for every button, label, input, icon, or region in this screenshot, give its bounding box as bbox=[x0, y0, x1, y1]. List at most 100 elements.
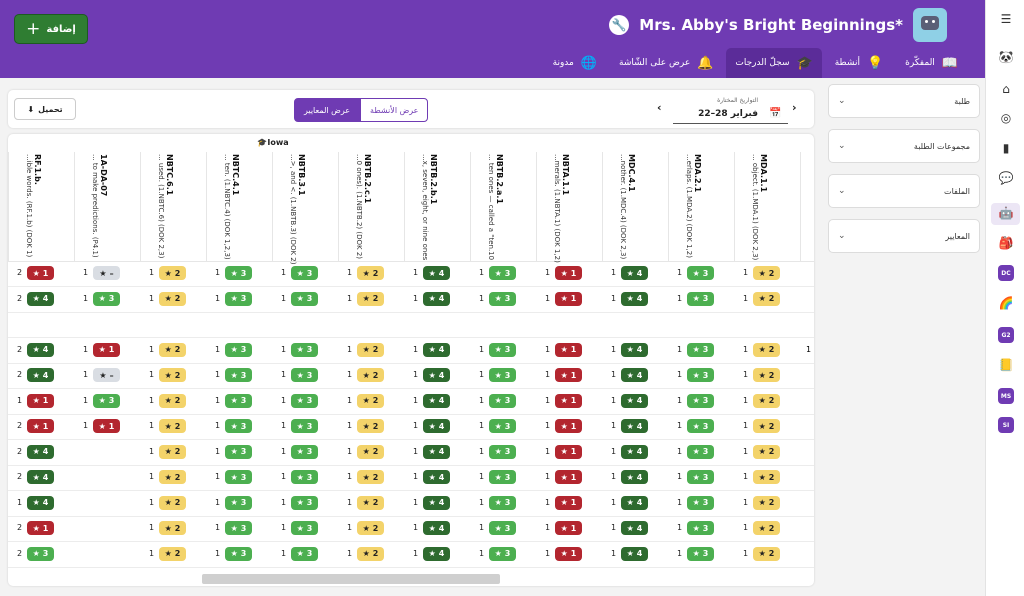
score-cell[interactable]: 1 ★ 4 bbox=[603, 546, 667, 563]
score-badge[interactable]: ★ 1 bbox=[555, 521, 582, 535]
menu-icon[interactable]: ☰ bbox=[997, 10, 1015, 28]
score-cell[interactable]: 1 ★ 3 bbox=[669, 419, 733, 435]
score-cell[interactable]: 1 ★ 3 bbox=[471, 546, 535, 563]
view-activities-button[interactable]: عرض الأنشطة bbox=[360, 98, 429, 122]
score-badge[interactable]: ★ 3 bbox=[93, 291, 120, 306]
score-badge[interactable]: ★ – bbox=[93, 266, 120, 280]
robot-app-icon[interactable]: 🤖 bbox=[997, 204, 1015, 222]
chevron-right-icon[interactable]: › bbox=[792, 101, 797, 114]
standard-column-header[interactable]: NBTB.2.c.1 ...0 ones). (1.NBTB.2) (DOK 2) bbox=[338, 152, 404, 262]
filter-students[interactable]: ⌄ طلبة bbox=[828, 84, 980, 118]
score-cell[interactable]: 1 ★ 3 bbox=[207, 368, 271, 384]
score-badge[interactable]: ★ 3 bbox=[225, 342, 252, 357]
score-badge[interactable]: ★ 3 bbox=[225, 266, 252, 280]
ms-app-icon[interactable]: MS bbox=[998, 388, 1014, 404]
score-cell[interactable]: 1 ★ 4 bbox=[405, 546, 469, 563]
score-badge[interactable]: ★ 4 bbox=[423, 342, 450, 357]
score-badge[interactable]: ★ 3 bbox=[225, 470, 252, 484]
score-cell[interactable]: 1 ★ 3 bbox=[273, 266, 337, 282]
score-cell[interactable]: 1 ★ 2 bbox=[339, 393, 403, 410]
score-cell[interactable]: 1 ★ 2 bbox=[339, 444, 403, 461]
score-cell[interactable]: 1 ★ 3 bbox=[207, 266, 271, 282]
score-badge[interactable]: ★ 4 bbox=[621, 368, 648, 382]
score-badge[interactable]: ★ 3 bbox=[489, 495, 516, 510]
score-badge[interactable]: ★ 3 bbox=[687, 393, 714, 408]
score-badge[interactable]: ★ 4 bbox=[423, 521, 450, 535]
score-cell[interactable]: 1 ★ 3 bbox=[207, 546, 271, 563]
score-cell[interactable]: 1 ★ 2 bbox=[735, 266, 799, 282]
score-badge[interactable]: ★ 1 bbox=[555, 291, 582, 306]
app-icon[interactable]: 📒 bbox=[997, 356, 1015, 374]
score-cell[interactable]: 1 ★ 4 bbox=[603, 495, 667, 512]
score-cell[interactable]: 1 ★ 1 bbox=[537, 521, 601, 537]
score-cell[interactable]: 1 ★ 1 bbox=[75, 419, 139, 435]
score-cell[interactable]: 1 ★ 4 bbox=[405, 393, 469, 410]
score-badge[interactable]: ★ 4 bbox=[621, 419, 648, 433]
score-badge[interactable]: ★ 3 bbox=[291, 291, 318, 306]
score-cell[interactable]: 1 ★ 1 bbox=[9, 393, 73, 410]
score-badge[interactable]: ★ 4 bbox=[621, 342, 648, 357]
score-cell[interactable]: 1 ★ 3 bbox=[471, 291, 535, 308]
score-cell[interactable]: 1 ★ 3 bbox=[273, 368, 337, 384]
score-cell[interactable]: 1 ★ 3 bbox=[471, 470, 535, 486]
score-badge[interactable]: ★ 4 bbox=[621, 291, 648, 306]
score-badge[interactable]: ★ 2 bbox=[753, 444, 780, 459]
score-cell[interactable]: 1 ★ 4 bbox=[405, 444, 469, 461]
score-cell[interactable]: 1 ★ 2 bbox=[735, 393, 799, 410]
view-standards-button[interactable]: عرض المعايير bbox=[294, 98, 361, 122]
standard-column-header[interactable]: RF.1.b. ...ible words. (RF.1.b) (DOK 1) bbox=[8, 152, 74, 262]
score-badge[interactable]: ★ 4 bbox=[423, 546, 450, 561]
score-cell[interactable]: 1 ★ 3 bbox=[207, 419, 271, 435]
score-cell[interactable]: 1 ★ 3 bbox=[669, 266, 733, 282]
score-badge[interactable]: ★ 3 bbox=[291, 368, 318, 382]
standard-column-header[interactable]: MDC.4.1 ...nother. (1.MDC.4) (DOK 2,3) bbox=[602, 152, 668, 262]
home-icon[interactable]: ⌂ bbox=[997, 80, 1015, 98]
score-cell[interactable]: 1 ★ 3 bbox=[471, 444, 535, 461]
score-badge[interactable]: ★ 3 bbox=[225, 393, 252, 408]
score-cell[interactable]: 1 ★ 3 bbox=[471, 266, 535, 282]
score-cell[interactable]: 1 ★ 4 bbox=[405, 291, 469, 308]
score-cell[interactable]: 1 ★ 3 bbox=[669, 393, 733, 410]
score-cell[interactable]: 1 ★ 3 bbox=[273, 291, 337, 308]
score-cell[interactable]: 1 ★ 1 bbox=[537, 419, 601, 435]
score-badge[interactable]: ★ 3 bbox=[225, 444, 252, 459]
standard-column-header[interactable]: NBTB.2.b.1 ...x, seven, eight, or nine on… bbox=[404, 152, 470, 262]
g2-app-icon[interactable]: G2 bbox=[998, 327, 1014, 343]
score-cell[interactable]: 1 ★ 1 bbox=[537, 393, 601, 410]
score-badge[interactable]: ★ 4 bbox=[621, 495, 648, 510]
compass-icon[interactable]: ◎ bbox=[997, 109, 1015, 127]
score-badge[interactable]: ★ 3 bbox=[291, 266, 318, 280]
app-icon[interactable]: 🎒 bbox=[997, 234, 1015, 252]
score-cell[interactable]: 1 ★ 3 bbox=[669, 342, 733, 359]
score-badge[interactable]: ★ 2 bbox=[753, 342, 780, 357]
score-cell[interactable]: 2 ★ 3 bbox=[9, 546, 73, 563]
score-cell[interactable]: 1 ★ 3 bbox=[207, 521, 271, 537]
dc-app-icon[interactable]: DC bbox=[998, 265, 1014, 281]
score-badge[interactable]: ★ 3 bbox=[489, 470, 516, 484]
score-badge[interactable]: ★ 2 bbox=[357, 546, 384, 561]
score-cell[interactable]: 1 ★ 3 bbox=[273, 470, 337, 486]
tab-blog[interactable]: 🌐 مدونة bbox=[544, 48, 606, 78]
score-cell[interactable]: 1 ★ 3 bbox=[207, 342, 271, 359]
score-badge[interactable]: ★ 4 bbox=[423, 266, 450, 280]
score-cell[interactable]: 1 ★ 3 bbox=[669, 521, 733, 537]
score-cell[interactable]: 1 ★ 2 bbox=[339, 419, 403, 435]
score-badge[interactable]: ★ 3 bbox=[291, 495, 318, 510]
score-badge[interactable]: ★ 2 bbox=[753, 368, 780, 382]
standard-column-header[interactable] bbox=[800, 152, 814, 262]
score-cell[interactable]: 1 ★ 2 bbox=[141, 342, 205, 359]
standard-column-header[interactable]: NBTB.3.1 ...>, and <. (1.NBTB.3) (DOK 2) bbox=[272, 152, 338, 265]
score-badge[interactable]: ★ 3 bbox=[291, 470, 318, 484]
score-cell[interactable]: 1 ★ 3 bbox=[273, 393, 337, 410]
score-cell[interactable]: 1 ★ 1 bbox=[537, 291, 601, 308]
score-badge[interactable]: ★ 3 bbox=[225, 546, 252, 561]
tab-display[interactable]: 🔔 عرض على الشّاشة bbox=[610, 48, 722, 78]
score-badge[interactable]: ★ 2 bbox=[753, 266, 780, 280]
score-badge[interactable]: ★ 4 bbox=[423, 393, 450, 408]
score-badge[interactable]: ★ 4 bbox=[621, 470, 648, 484]
score-badge[interactable]: ★ 2 bbox=[753, 546, 780, 561]
score-badge[interactable]: ★ 2 bbox=[753, 470, 780, 484]
score-cell[interactable]: 1 ★ 3 bbox=[207, 393, 271, 410]
score-cell[interactable]: 1 ★ 2 bbox=[339, 521, 403, 537]
score-badge[interactable]: ★ 3 bbox=[687, 444, 714, 459]
